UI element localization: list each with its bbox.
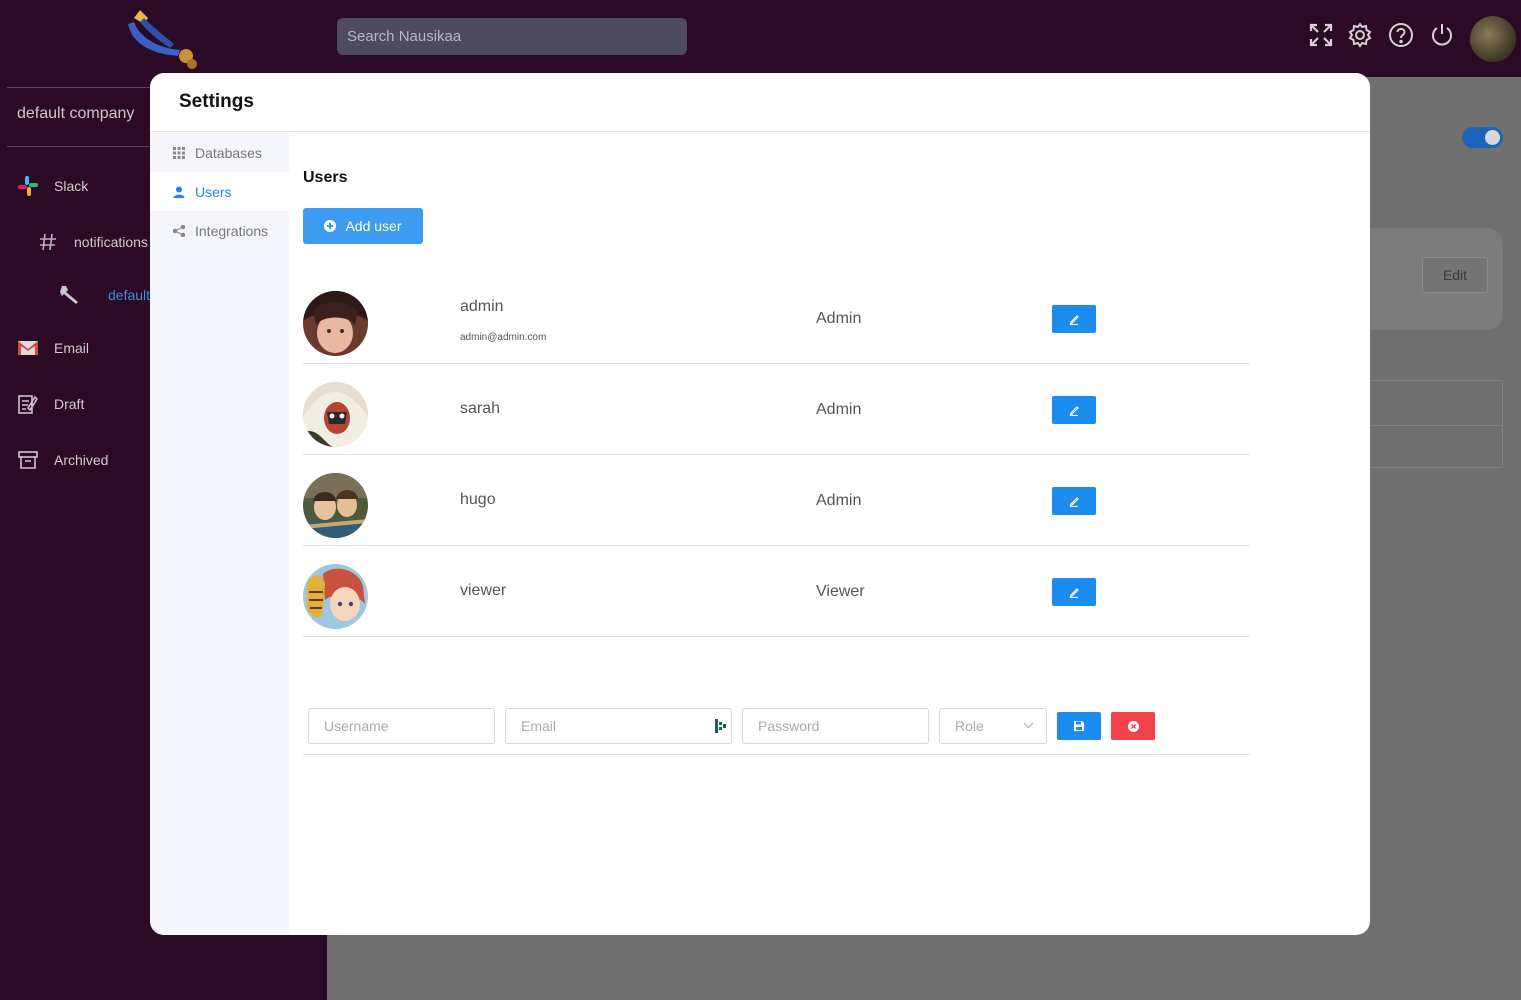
sidebar-item-email[interactable]: Email (16, 336, 89, 360)
user-role: Viewer (816, 583, 865, 600)
user-avatar[interactable] (1470, 16, 1516, 62)
add-user-label: Add user (345, 218, 402, 234)
user-role: Admin (816, 310, 862, 327)
nav-item-integrations[interactable]: Integrations (150, 211, 289, 250)
sidebar-item-label: default (108, 287, 151, 303)
company-name[interactable]: default company (17, 105, 134, 123)
slack-icon (16, 174, 40, 198)
pencil-icon (1069, 497, 1079, 507)
modal-header: Settings (150, 73, 1370, 132)
nav-item-label: Users (195, 183, 232, 200)
share-icon (172, 224, 185, 237)
user-role: Admin (816, 401, 862, 418)
user-name: viewer (460, 582, 507, 599)
app-logo[interactable] (122, 4, 202, 70)
user-row: admin admin@admin.com Admin (303, 273, 1250, 364)
password-input[interactable] (742, 708, 929, 744)
background-table (1360, 380, 1503, 468)
modal-title: Settings (179, 91, 254, 112)
role-select-value: Role (955, 718, 984, 734)
chevron-down-icon (1023, 722, 1034, 729)
top-bar (0, 0, 1521, 77)
user-icon (172, 185, 185, 198)
user-row: hugo Admin (303, 455, 1250, 546)
draft-icon (16, 392, 40, 416)
avatar (303, 564, 368, 629)
grid-icon (172, 146, 185, 159)
help-icon[interactable] (1388, 22, 1414, 48)
user-row: viewer Viewer (303, 546, 1250, 637)
hash-icon (36, 230, 60, 254)
avatar (303, 291, 368, 356)
settings-modal: Settings Databases Users Integrations Us… (150, 73, 1370, 935)
sidebar-item-notifications[interactable]: notifications (36, 230, 148, 254)
role-select[interactable]: Role (939, 708, 1047, 744)
avatar (303, 473, 368, 538)
email-input[interactable] (505, 708, 732, 744)
sidebar-item-draft[interactable]: Draft (16, 392, 84, 416)
user-role: Admin (816, 492, 862, 509)
sidebar-item-label: notifications (74, 234, 148, 250)
sidebar-divider (7, 146, 155, 147)
search-input[interactable] (337, 18, 687, 55)
fullscreen-icon[interactable] (1308, 22, 1334, 48)
save-icon (1074, 721, 1084, 731)
sidebar-item-label: Archived (54, 452, 109, 468)
nav-item-label: Integrations (195, 222, 269, 239)
power-icon[interactable] (1429, 22, 1455, 48)
edit-user-button[interactable] (1052, 487, 1096, 515)
nav-item-databases[interactable]: Databases (150, 133, 289, 172)
panel-title: Users (303, 169, 348, 186)
toggle-switch[interactable] (1462, 127, 1503, 148)
gear-icon[interactable] (1347, 22, 1373, 48)
nav-item-users[interactable]: Users (150, 172, 289, 211)
edit-user-button[interactable] (1052, 396, 1096, 424)
save-user-button[interactable] (1057, 712, 1101, 740)
wrench-icon (58, 283, 82, 307)
user-name: hugo (460, 491, 496, 508)
user-name: admin (460, 298, 504, 315)
pencil-icon (1069, 588, 1079, 598)
pencil-icon (1069, 406, 1079, 416)
avatar (303, 382, 368, 447)
cancel-button[interactable] (1111, 712, 1155, 740)
sidebar-item-label: Draft (54, 396, 85, 412)
user-name: sarah (460, 400, 501, 417)
gmail-icon (16, 336, 40, 360)
nav-item-label: Databases (195, 144, 262, 161)
password-manager-icon[interactable] (715, 719, 727, 733)
add-user-button[interactable]: Add user (303, 208, 423, 244)
username-input[interactable] (308, 708, 495, 744)
sidebar-item-label: Email (54, 340, 90, 356)
sidebar-divider (7, 87, 155, 88)
sidebar-item-slack[interactable]: Slack (16, 174, 88, 198)
user-email: admin@admin.com (460, 332, 547, 343)
plus-circle-icon (324, 220, 337, 232)
edit-button[interactable]: Edit (1422, 257, 1488, 293)
close-circle-icon (1127, 720, 1139, 732)
settings-nav: Databases Users Integrations (150, 133, 289, 935)
edit-user-button[interactable] (1052, 305, 1096, 333)
edit-user-button[interactable] (1052, 578, 1096, 606)
archive-icon (16, 448, 40, 472)
sidebar-item-default[interactable]: default (58, 283, 150, 307)
new-user-form: Role (303, 698, 1250, 755)
sidebar-item-archived[interactable]: Archived (16, 448, 108, 472)
user-row: sarah Admin (303, 364, 1250, 455)
sidebar-item-label: Slack (54, 178, 89, 194)
pencil-icon (1069, 315, 1079, 325)
